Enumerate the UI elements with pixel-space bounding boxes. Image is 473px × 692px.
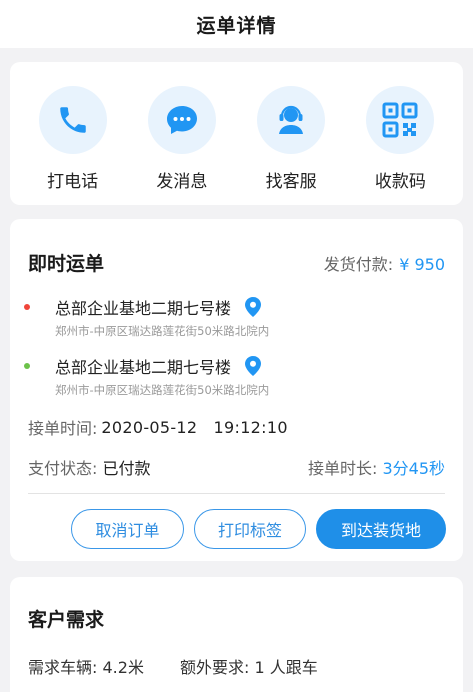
payment-amount: ¥ 950	[399, 254, 445, 274]
duration-label: 接单时长:	[307, 459, 378, 478]
extra-label: 额外要求:	[179, 658, 250, 677]
accept-time-label: 接单时间:	[28, 419, 98, 438]
chat-icon	[147, 86, 216, 154]
payment-qr-label: 收款码	[374, 172, 426, 192]
vehicle-value: 4.2米	[102, 658, 144, 677]
pickup-detail: 郑州市-中原区瑞达路莲花街50米路北院内	[55, 324, 270, 338]
cancel-order-button[interactable]: 取消订单	[71, 509, 184, 549]
message-button[interactable]: 发消息	[137, 86, 227, 192]
qr-code-icon	[366, 86, 435, 154]
dropoff-dot-icon	[24, 363, 30, 369]
pickup-name: 总部企业基地二期七号楼	[55, 299, 232, 318]
pickup-address: 总部企业基地二期七号楼 郑州市-中原区瑞达路莲花街50米路北院内	[24, 295, 445, 339]
pay-status-value: 已付款	[102, 459, 151, 478]
print-label-button[interactable]: 打印标签	[194, 509, 306, 549]
message-label: 发消息	[156, 172, 208, 192]
demand-row: 需求车辆: 4.2米 额外要求: 1 人跟车	[28, 654, 318, 678]
customer-service-button[interactable]: 找客服	[246, 86, 336, 192]
accept-time-row: 接单时间: 2020-05-12 19:12:10	[28, 415, 445, 439]
order-card: 即时运单 发货付款: ¥ 950 总部企业基地二期七号楼 郑州市-中原区瑞达路莲花…	[10, 219, 463, 561]
call-label: 打电话	[47, 172, 99, 192]
extra-value: 1 人跟车	[254, 658, 318, 677]
payment-info: 发货付款: ¥ 950	[324, 251, 445, 275]
top-bar: 运单详情	[0, 0, 473, 48]
dropoff-detail: 郑州市-中原区瑞达路莲花街50米路北院内	[55, 383, 270, 397]
order-header: 即时运单 发货付款: ¥ 950	[28, 249, 445, 276]
order-buttons: 取消订单 打印标签 到达装货地	[71, 509, 446, 549]
pickup-dot-icon	[24, 304, 30, 310]
phone-icon	[38, 86, 107, 154]
dropoff-address: 总部企业基地二期七号楼 郑州市-中原区瑞达路莲花街50米路北院内	[24, 354, 445, 398]
customer-service-label: 找客服	[265, 172, 317, 192]
quick-actions-card: 打电话 发消息 找客服 收款码	[10, 62, 463, 205]
location-pin-icon[interactable]	[245, 297, 262, 317]
payment-qr-button[interactable]: 收款码	[355, 86, 445, 192]
quick-actions: 打电话 发消息 找客服 收款码	[10, 62, 463, 192]
dropoff-name: 总部企业基地二期七号楼	[55, 358, 232, 377]
payment-label: 发货付款:	[323, 254, 394, 274]
customer-service-icon	[257, 86, 326, 154]
duration-value: 3分45秒	[382, 459, 445, 478]
arrive-pickup-button[interactable]: 到达装货地	[316, 509, 446, 549]
status-row: 支付状态: 已付款 接单时长: 3分45秒	[28, 455, 445, 479]
accept-time-value: 2020-05-12 19:12:10	[101, 417, 288, 437]
order-type: 即时运单	[28, 253, 105, 275]
pay-status-label: 支付状态:	[28, 459, 98, 478]
divider	[28, 493, 445, 494]
call-button[interactable]: 打电话	[28, 86, 118, 192]
location-pin-icon[interactable]	[245, 356, 262, 376]
customer-demand-card: 客户需求 需求车辆: 4.2米 额外要求: 1 人跟车	[10, 577, 463, 692]
page-title: 运单详情	[196, 14, 277, 37]
vehicle-label: 需求车辆:	[28, 658, 98, 677]
demand-title: 客户需求	[28, 609, 105, 631]
